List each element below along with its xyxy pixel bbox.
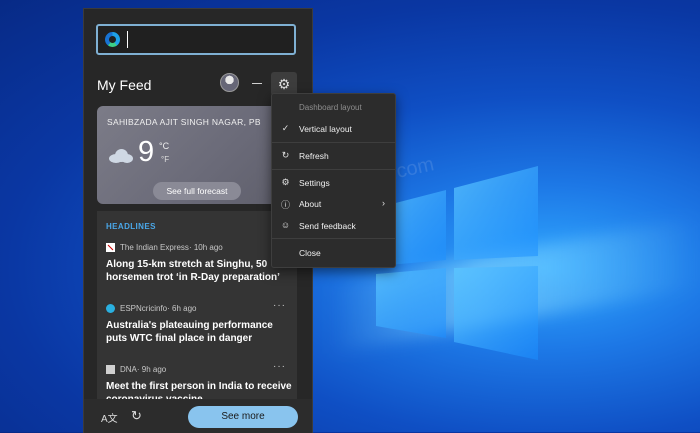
- menu-item-close[interactable]: Close: [272, 244, 395, 262]
- cloud-icon: [109, 149, 133, 163]
- refresh-icon: ↻: [281, 150, 290, 160]
- menu-item-settings[interactable]: ⚙ Settings: [272, 174, 395, 192]
- news-title[interactable]: Along 15-km stretch at Singhu, 50 horsem…: [106, 258, 292, 284]
- news-title[interactable]: Australia's plateauing performance puts …: [106, 319, 292, 345]
- weather-location: SAHIBZADA AJIT SINGH NAGAR, PB: [107, 117, 261, 127]
- news-source-name: ESPNcricinfo: [120, 303, 168, 313]
- news-item[interactable]: ESPNcricinfo · 6h ago ··· Australia's pl…: [106, 300, 292, 345]
- news-source: DNA · 9h ago ···: [106, 361, 292, 375]
- avatar[interactable]: [220, 73, 239, 92]
- news-source: ESPNcricinfo · 6h ago ···: [106, 300, 292, 314]
- chevron-right-icon: ›: [382, 198, 385, 208]
- search-box[interactable]: [96, 24, 296, 55]
- panel-footer: A文 ↻ See more: [84, 399, 312, 433]
- menu-divider: [272, 169, 395, 170]
- news-item[interactable]: The Indian Express · 10h ago Along 15-km…: [106, 241, 292, 284]
- refresh-icon[interactable]: ↻: [131, 408, 142, 424]
- espncricinfo-logo-icon: [106, 303, 115, 313]
- weather-temperature: 9: [138, 136, 155, 168]
- unit-celsius-toggle[interactable]: °C: [159, 141, 169, 151]
- headlines-label: HEADLINES: [106, 222, 156, 231]
- edge-logo-icon: [105, 32, 120, 47]
- menu-item-vertical-layout[interactable]: ✓ Vertical layout: [272, 120, 395, 138]
- menu-item-refresh[interactable]: ↻ Refresh: [272, 147, 395, 165]
- gear-icon: ⚙: [281, 177, 290, 187]
- menu-item-label: Close: [299, 248, 321, 258]
- unit-fahrenheit-toggle[interactable]: °F: [161, 155, 169, 164]
- menu-divider: [272, 142, 395, 143]
- menu-header-dashboard-layout: Dashboard layout: [299, 103, 362, 112]
- news-age: · 9h ago: [136, 364, 167, 374]
- gear-icon: ⚙: [277, 76, 291, 92]
- see-more-button[interactable]: See more: [188, 406, 298, 428]
- more-options-icon[interactable]: ···: [273, 300, 286, 311]
- settings-context-menu: Dashboard layout ✓ Vertical layout ↻ Ref…: [271, 93, 396, 268]
- checkmark-icon: ✓: [281, 123, 290, 133]
- menu-item-label: About: [299, 199, 322, 209]
- more-options-icon[interactable]: ···: [273, 361, 286, 372]
- menu-divider: [272, 238, 395, 239]
- info-icon: ⓘ: [280, 200, 290, 210]
- menu-item-about[interactable]: ⓘ About ›: [272, 195, 395, 213]
- feedback-icon: ☺: [280, 220, 291, 230]
- news-age: · 6h ago: [167, 303, 197, 313]
- menu-item-send-feedback[interactable]: ☺ Send feedback: [272, 217, 395, 235]
- weather-card[interactable]: SAHIBZADA AJIT SINGH NAGAR, PB 9 °C °F S…: [97, 106, 297, 204]
- news-source-name: DNA: [120, 364, 137, 374]
- menu-item-label: Settings: [299, 178, 330, 188]
- news-source: The Indian Express · 10h ago: [106, 241, 292, 253]
- indian-express-logo-icon: [106, 242, 115, 252]
- news-source-name: The Indian Express: [120, 242, 189, 252]
- menu-item-label: Send feedback: [299, 221, 356, 231]
- news-age: · 10h ago: [188, 242, 223, 252]
- text-caret: [127, 31, 128, 48]
- minimize-icon[interactable]: [252, 83, 262, 84]
- see-full-forecast-button[interactable]: See full forecast: [153, 182, 241, 200]
- dna-logo-icon: [106, 364, 115, 374]
- headlines-card: HEADLINES The Indian Express · 10h ago A…: [97, 211, 297, 405]
- feed-title: My Feed: [97, 77, 152, 93]
- language-icon[interactable]: A文: [101, 410, 118, 425]
- menu-item-label: Refresh: [299, 151, 329, 161]
- menu-item-label: Vertical layout: [299, 124, 352, 134]
